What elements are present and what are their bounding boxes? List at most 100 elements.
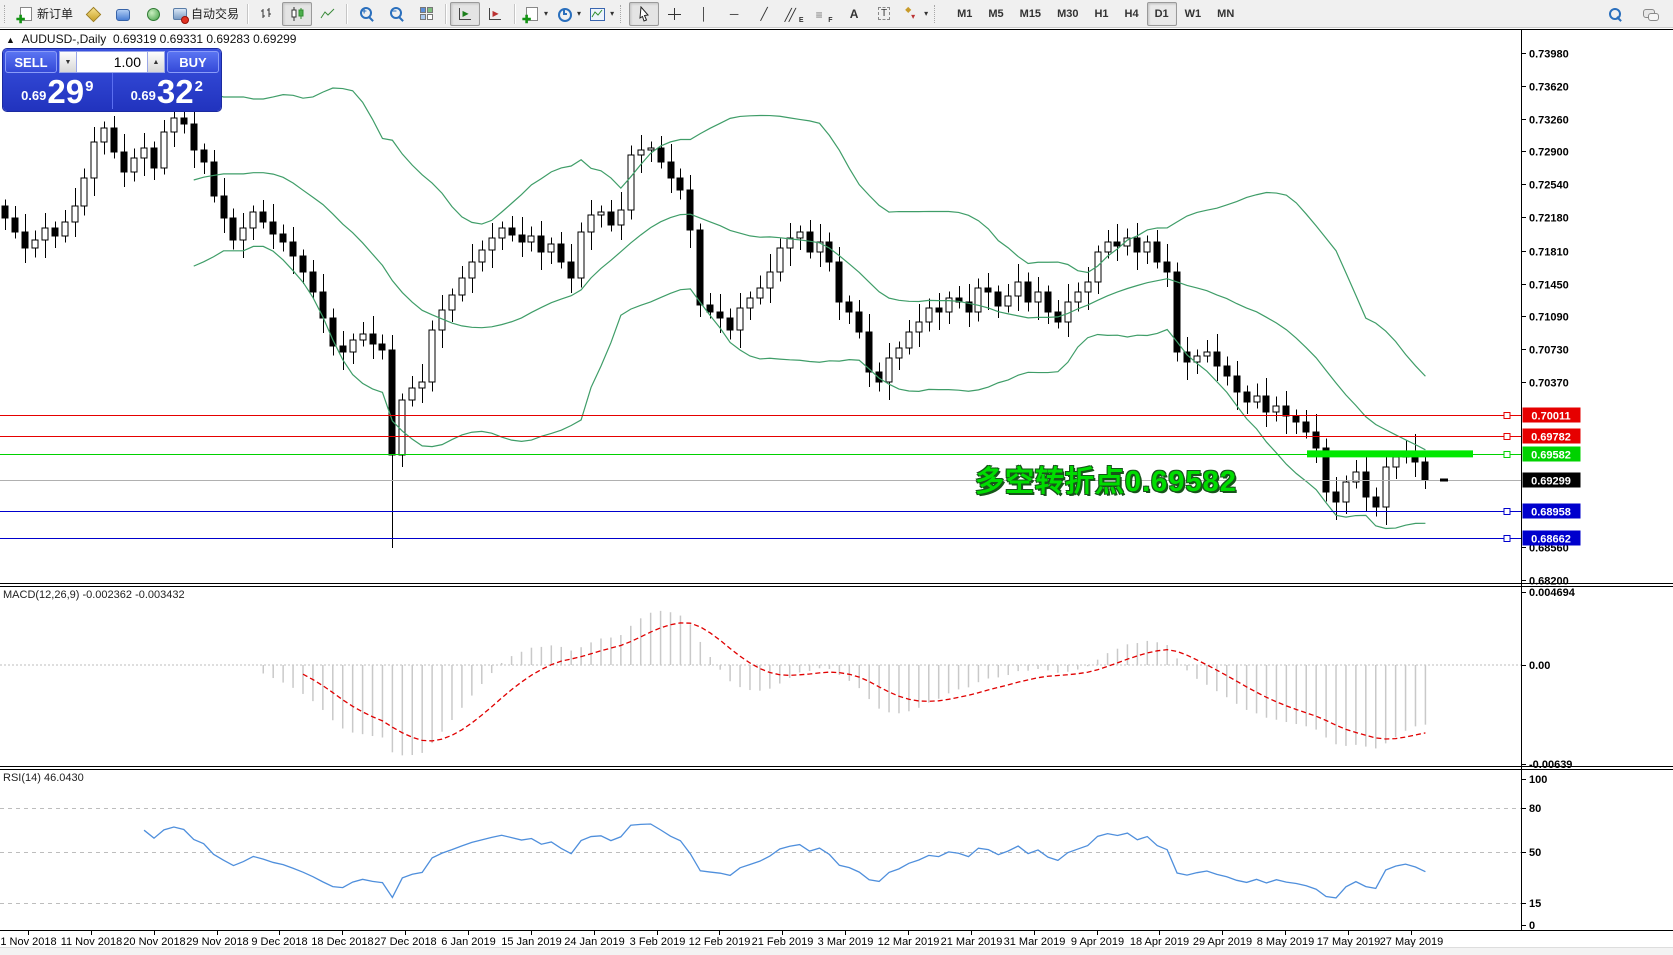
price-chart-canvas[interactable]: 0.73980 0.73620 0.73260 0.72900 0.72540 0.721… [0, 28, 1673, 954]
timeframe-button-w1[interactable]: W1 [1177, 2, 1210, 26]
toolbar-separator [445, 3, 447, 24]
svg-text:0.72540: 0.72540 [1529, 180, 1569, 192]
cursor-icon [636, 5, 653, 22]
timeframe-button-d1[interactable]: D1 [1146, 1, 1177, 26]
zoom-out-icon: − [388, 6, 405, 22]
timeframe-button-m30[interactable]: M30 [1049, 2, 1086, 26]
new-order-label: 新订单 [37, 7, 74, 21]
new-order-button[interactable]: ✚ 新订单 [13, 2, 77, 26]
metaeditor-icon [84, 6, 101, 22]
text-tool-icon: A [849, 6, 859, 21]
trendline-tool-button[interactable]: ╱ [749, 2, 779, 26]
expert-advisors-icon [114, 6, 131, 22]
line-chart-icon [319, 6, 336, 22]
svg-text:80: 80 [1529, 803, 1541, 815]
toolbar-separator [247, 3, 249, 24]
tile-windows-icon [418, 6, 435, 22]
svg-text:0.70370: 0.70370 [1529, 378, 1569, 390]
chevron-down-icon: ▾ [577, 9, 582, 18]
buy-price-prefix: 0.69 [130, 88, 156, 103]
bar-chart-button[interactable] [252, 2, 282, 26]
timeframe-button-m1[interactable]: M1 [949, 2, 980, 26]
indicators-button[interactable]: ▾ [585, 2, 618, 26]
main-toolbar: ✚ 新订单 自动交易 + − ▶ ▶ ✚ ▾ ▾ ▾ │ ─ ╱ ╱╱ E ≡ … [0, 0, 1673, 28]
timeframe-button-m5[interactable]: M5 [980, 2, 1011, 26]
chart-annotation-text[interactable]: 多空转折点0.69582 [975, 458, 1237, 500]
auto-trading-button[interactable]: 自动交易 [167, 2, 243, 26]
svg-text:-0.00639: -0.00639 [1529, 759, 1572, 771]
zoom-in-button[interactable]: + [351, 2, 381, 26]
channel-tool-button[interactable]: ╱╱ E [779, 2, 809, 26]
volume-value[interactable]: 1.00 [77, 51, 147, 73]
horizontal-line-tool-button[interactable]: ─ [719, 2, 749, 26]
signals-button[interactable] [137, 2, 167, 26]
toolbar-grip [4, 4, 9, 23]
community-chat-button[interactable] [1635, 2, 1665, 26]
sell-price[interactable]: 0.69 29 9 [3, 73, 113, 109]
chart-ohlc-values: 0.69319 0.69331 0.69283 0.69299 [112, 32, 297, 46]
zoom-out-button[interactable]: − [381, 2, 411, 26]
timeframe-bar: M1 M5 M15 M30 H1 H4 D1 W1 MN [949, 1, 1242, 26]
sell-button[interactable]: SELL [5, 51, 57, 73]
timeframe-button-h4[interactable]: H4 [1117, 2, 1147, 26]
volume-increase-button[interactable]: ▲ [147, 51, 165, 73]
one-click-trading-panel: SELL ▼ 1.00 ▲ BUY 0.69 29 9 0.69 32 2 [3, 49, 221, 111]
svg-text:0.73260: 0.73260 [1529, 115, 1569, 127]
collapse-arrow-icon[interactable]: ▲ [6, 35, 15, 45]
line-chart-button[interactable] [312, 2, 342, 26]
search-icon [1606, 6, 1623, 22]
chart-shift-button[interactable]: ▶ [480, 2, 510, 26]
svg-text:0.70011: 0.70011 [1531, 411, 1570, 423]
trendline-icon: ╱ [760, 6, 768, 21]
buy-button[interactable]: BUY [167, 51, 219, 73]
buy-price[interactable]: 0.69 32 2 [113, 73, 222, 109]
svg-text:0.70730: 0.70730 [1529, 345, 1569, 357]
svg-text:0.004694: 0.004694 [1529, 587, 1576, 599]
svg-text:0.69582: 0.69582 [1531, 450, 1571, 462]
new-chart-button[interactable]: ✚ ▾ [519, 2, 552, 26]
chart-title: ▲ AUDUSD-,Daily 0.69319 0.69331 0.69283 … [6, 32, 296, 46]
svg-text:0.73980: 0.73980 [1529, 49, 1569, 61]
volume-stepper: ▼ 1.00 ▲ [59, 51, 165, 73]
metaeditor-button[interactable] [77, 2, 107, 26]
rsi-indicator-label: RSI(14) 46.0430 [3, 772, 84, 784]
market-watch-button[interactable] [107, 2, 137, 26]
tile-windows-button[interactable] [411, 2, 441, 26]
profiles-button[interactable]: ▾ [552, 2, 585, 26]
svg-text:0.71090: 0.71090 [1529, 312, 1569, 324]
sell-price-prefix: 0.69 [21, 88, 47, 103]
svg-text:50: 50 [1529, 847, 1541, 859]
text-label-icon: T [878, 7, 891, 20]
search-button[interactable] [1599, 2, 1629, 26]
cursor-tool-button[interactable] [629, 1, 660, 26]
vertical-line-tool-button[interactable]: │ [689, 2, 719, 26]
timeframe-button-mn[interactable]: MN [1209, 2, 1242, 26]
volume-decrease-button[interactable]: ▼ [59, 51, 77, 73]
chevron-down-icon: ▾ [544, 9, 549, 18]
chat-bubbles-icon [1642, 6, 1659, 22]
sell-price-pip: 9 [85, 78, 94, 95]
buy-price-main: 32 [156, 73, 194, 110]
new-order-icon: ✚ [16, 6, 34, 26]
chevron-down-icon: ▾ [610, 9, 615, 18]
svg-text:0: 0 [1529, 920, 1535, 932]
crosshair-tool-button[interactable] [659, 2, 689, 26]
arrows-tool-button[interactable]: ◆ ▾ ▾ [899, 2, 932, 26]
svg-text:0.71810: 0.71810 [1529, 247, 1569, 259]
buy-price-pip: 2 [194, 78, 203, 95]
text-tool-button[interactable]: A [839, 2, 869, 26]
indicators-icon [589, 6, 606, 22]
channel-icon: ╱╱ E [784, 7, 804, 24]
timeframe-button-m15[interactable]: M15 [1012, 2, 1049, 26]
timeframe-button-h1[interactable]: H1 [1086, 2, 1116, 26]
toolbar-separator [346, 3, 348, 24]
auto-scroll-button[interactable]: ▶ [450, 1, 481, 26]
text-label-tool-button[interactable]: T [869, 2, 899, 26]
candlestick-chart-button[interactable] [282, 1, 313, 26]
vertical-line-icon: │ [700, 6, 708, 21]
toolbar-separator [514, 3, 516, 24]
svg-text:15: 15 [1529, 898, 1541, 910]
fibonacci-tool-button[interactable]: ≡ F [809, 2, 839, 26]
svg-text:100: 100 [1529, 774, 1547, 786]
svg-text:0.00: 0.00 [1529, 660, 1550, 672]
